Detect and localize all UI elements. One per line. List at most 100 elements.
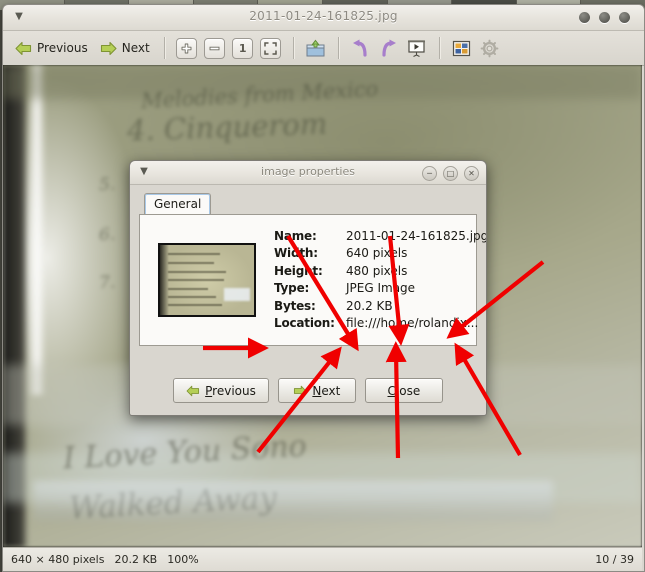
zoom-fit-icon [260, 37, 282, 59]
property-value: 480 pixels [346, 263, 408, 278]
dialog-body: General Name: 2011-01-24-161825.jpg Widt… [130, 185, 486, 415]
dialog-close-button[interactable]: Close [364, 378, 443, 403]
thumbnail-line [168, 262, 214, 264]
toolbar-separator [163, 37, 165, 59]
thumbnail-line [168, 304, 222, 306]
accel-key: C [387, 383, 396, 398]
property-value: file:///home/rolandix... [346, 316, 479, 330]
properties-list: Name: 2011-01-24-161825.jpg Width: 640 p… [274, 228, 487, 333]
toolbar-next-button[interactable]: Next [94, 35, 156, 61]
property-label: Name: [274, 228, 317, 243]
arrow-right-icon [294, 385, 307, 396]
property-row: Name: 2011-01-24-161825.jpg [274, 228, 487, 246]
accel-key: N [312, 383, 322, 398]
thumbnail-line [168, 253, 220, 255]
open-folder-icon [306, 39, 325, 56]
rotate-right-icon [382, 39, 397, 57]
property-label: Height: [274, 263, 323, 278]
property-row: Width: 640 pixels [274, 245, 486, 263]
property-label: Bytes: [274, 298, 316, 313]
dialog-close-label: Close [388, 384, 421, 398]
property-value: JPEG Image [346, 281, 416, 295]
dialog-close-button[interactable]: ✕ [464, 166, 479, 181]
property-value: 2011-01-24-161825.jpg [346, 228, 487, 243]
statusbar: 640 × 480 pixels 20.2 KB 100% 10 / 39 [3, 547, 642, 571]
rotate-left-icon [353, 39, 367, 57]
zoom-in-button[interactable] [176, 37, 198, 59]
photo-highlight [29, 65, 45, 395]
screen: ▼ 2011-01-24-161825.jpg Previous Next 1 … [0, 0, 645, 572]
toolbar-previous-label: Previous [37, 41, 88, 55]
thumbnails-button[interactable] [451, 37, 473, 59]
zoom-fit-button[interactable] [260, 37, 282, 59]
gear-icon [480, 39, 499, 57]
property-row: Location: file:///home/rolandix... [274, 315, 486, 333]
dialog-maximize-button[interactable]: □ [443, 166, 458, 181]
toolbar: Previous Next 1 [3, 31, 644, 66]
zoom-in-icon [176, 37, 198, 59]
zoom-out-button[interactable] [204, 37, 226, 59]
property-value: 640 pixels [346, 246, 408, 260]
zoom-normal-button[interactable]: 1 [232, 37, 254, 59]
property-value: 20.2 KB [346, 298, 393, 313]
photo-text: 6. [98, 224, 116, 246]
toolbar-next-label: Next [121, 41, 150, 55]
dialog-previous-button[interactable]: Previous [173, 378, 269, 403]
photo-text: 7. [98, 272, 116, 294]
close-button[interactable] [619, 12, 630, 23]
dialog-next-label: Next [312, 384, 340, 398]
dialog-titlebar: ▼ image properties ─ □ ✕ [130, 161, 486, 185]
rotate-left-button[interactable] [350, 37, 372, 59]
maximize-button[interactable] [599, 12, 610, 23]
dialog-button-row: Previous Next Close [130, 378, 486, 403]
status-zoom: 100% [167, 553, 199, 566]
arrow-left-icon [186, 385, 200, 396]
toolbar-separator [337, 37, 339, 59]
status-position: 10 / 39 [595, 553, 634, 566]
property-row: Bytes: 20.2 KB [274, 298, 486, 316]
window-controls [579, 12, 630, 23]
property-label: Location: [274, 316, 335, 330]
zoom-out-icon [204, 37, 226, 59]
thumbnail-line [168, 271, 226, 273]
status-dimensions: 640 × 480 pixels [11, 553, 105, 566]
label-rest: ext [321, 383, 341, 398]
dialog-next-button[interactable]: Next [277, 378, 356, 403]
property-label: Type: [274, 281, 310, 295]
photo-shelf [33, 481, 553, 521]
slideshow-icon [408, 39, 426, 57]
image-properties-dialog: ▼ image properties ─ □ ✕ General Name: 2… [129, 160, 487, 416]
thumbnail-line [168, 279, 224, 281]
dialog-window-controls: ─ □ ✕ [422, 166, 479, 181]
open-file-button[interactable] [305, 37, 327, 59]
minimize-button[interactable] [579, 12, 590, 23]
photo-text: 5. [98, 174, 116, 196]
status-filesize: 20.2 KB [114, 553, 158, 566]
toolbar-separator [438, 37, 440, 59]
slideshow-button[interactable] [406, 37, 428, 59]
tab-general[interactable]: General [144, 193, 212, 215]
rotate-right-button[interactable] [378, 37, 400, 59]
dialog-tabrow: General [139, 193, 477, 215]
thumbnail-window [224, 288, 250, 301]
photo-text: 4. Cinquerom [126, 106, 328, 148]
preferences-button[interactable] [479, 37, 501, 59]
zoom-normal-icon: 1 [232, 37, 254, 59]
arrow-left-icon [15, 41, 32, 55]
image-thumbnail [158, 243, 256, 317]
statusbar-left: 640 × 480 pixels 20.2 KB 100% [11, 553, 199, 566]
property-label: Width: [274, 246, 318, 260]
toolbar-separator [292, 37, 294, 59]
property-row: Height: 480 pixels [274, 263, 486, 281]
thumbnails-grid-icon [453, 40, 471, 56]
label-rest: revious [212, 383, 256, 398]
thumbnail-line [168, 296, 216, 298]
dialog-previous-label: Previous [205, 384, 256, 398]
window-titlebar: ▼ 2011-01-24-161825.jpg [3, 5, 644, 31]
arrow-right-icon [100, 41, 117, 55]
window-title: 2011-01-24-161825.jpg [249, 9, 398, 23]
toolbar-previous-button[interactable]: Previous [9, 35, 94, 61]
dialog-minimize-button[interactable]: ─ [422, 166, 437, 181]
dialog-tabpanel: Name: 2011-01-24-161825.jpg Width: 640 p… [139, 214, 486, 346]
property-row: Type: JPEG Image [274, 280, 486, 298]
